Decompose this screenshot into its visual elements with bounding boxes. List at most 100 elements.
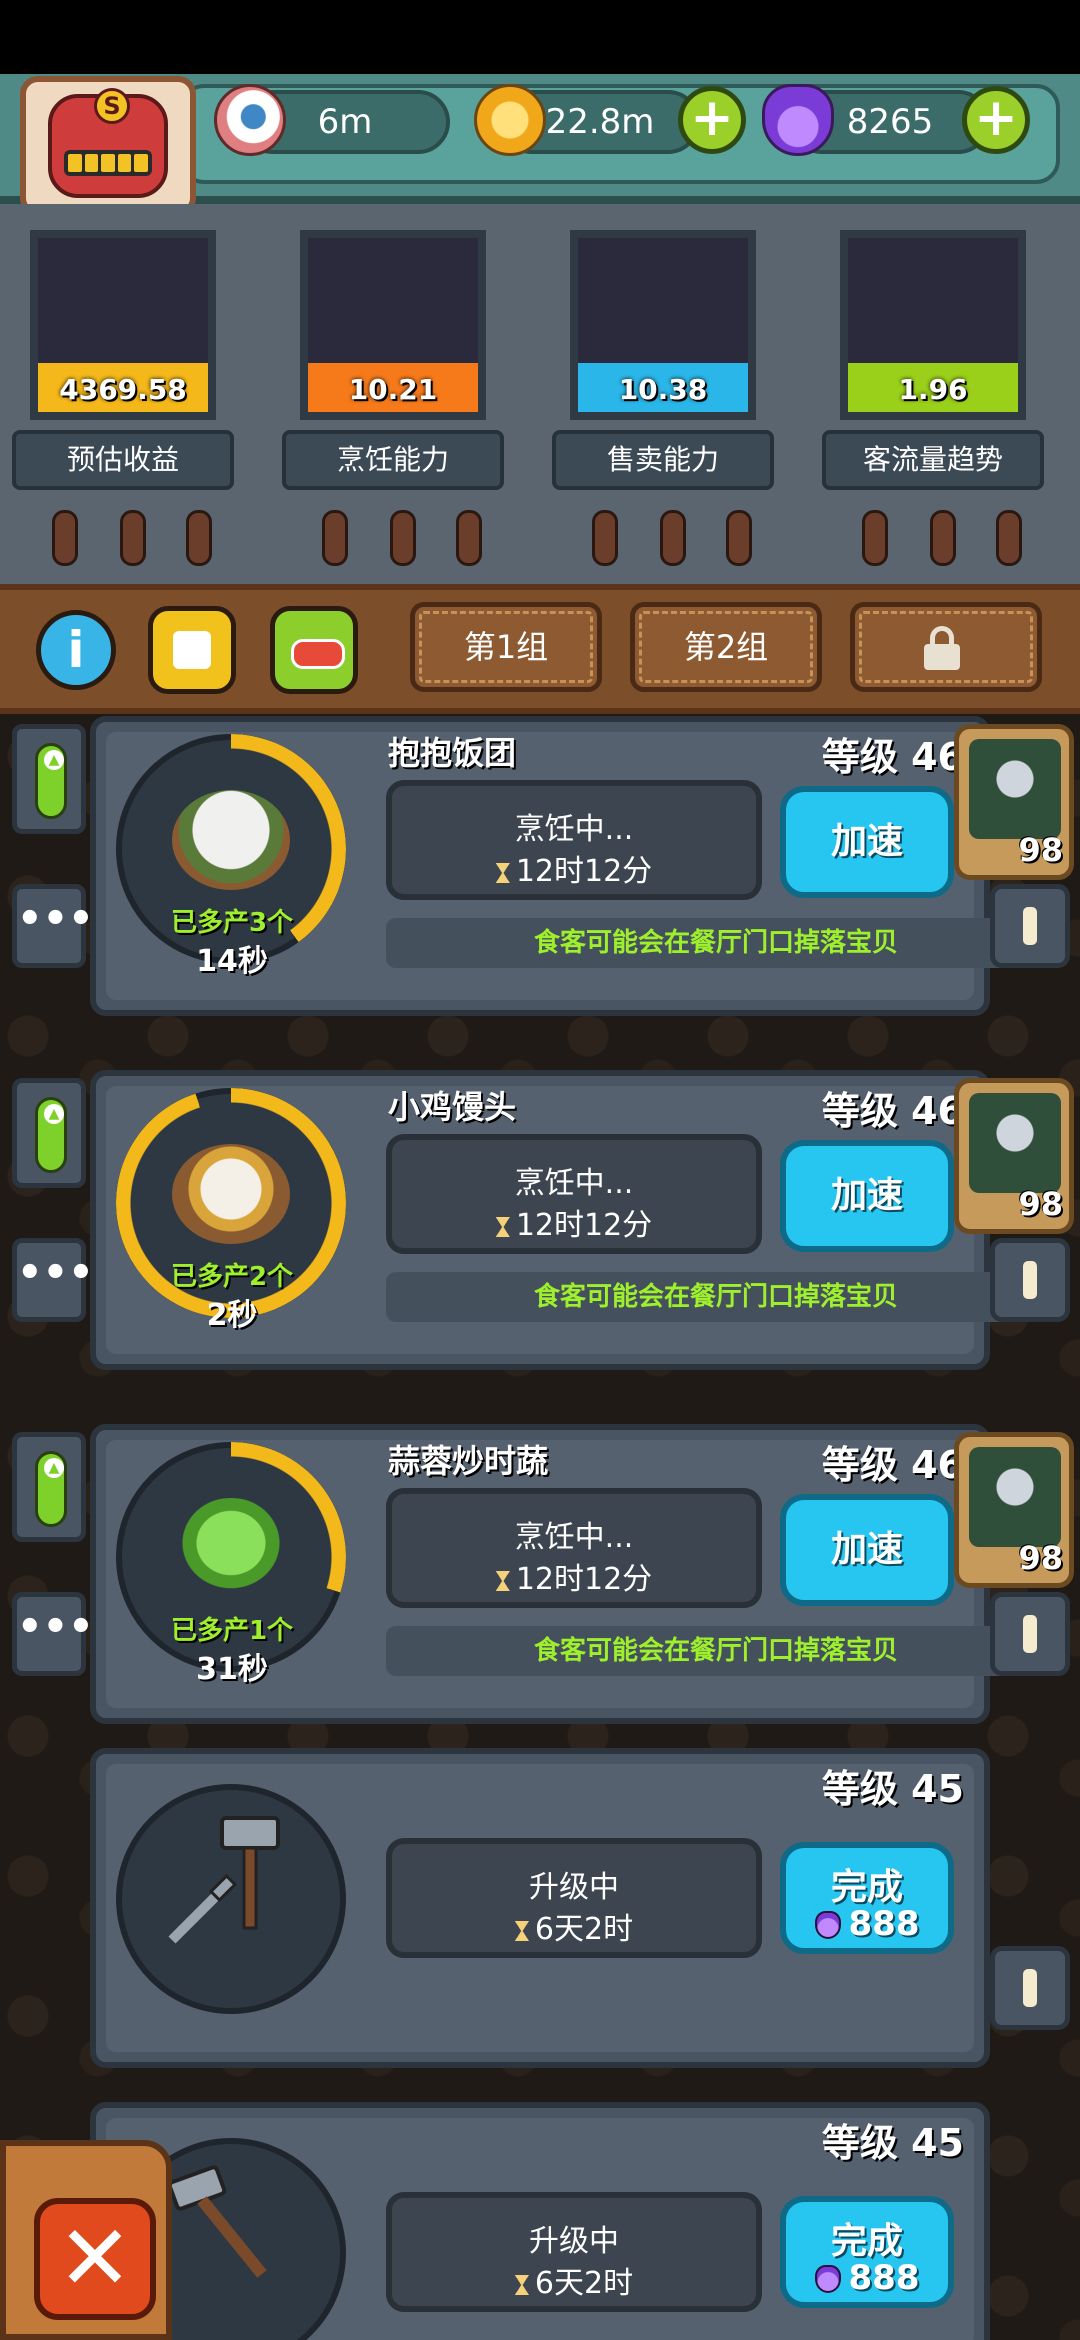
status-time: 12时12分 xyxy=(392,1200,756,1244)
tab-group-1[interactable]: 第1组 xyxy=(410,602,602,692)
item-level: 等级 46 xyxy=(821,735,964,779)
speed-up-button[interactable]: 加速 xyxy=(780,1140,954,1252)
item-info-button[interactable] xyxy=(990,1238,1070,1322)
item-level: 等级 46 xyxy=(821,1443,964,1487)
decorative-roots xyxy=(0,510,1080,580)
potion-icon xyxy=(762,84,834,156)
stat-cooking[interactable]: 10.21 烹饪能力 xyxy=(282,230,504,500)
stat-gauge: 10.21 xyxy=(300,230,486,420)
add-coins-button[interactable]: + xyxy=(678,86,746,154)
item-progress-dial[interactable]: 已多产3个 14秒 xyxy=(116,734,346,979)
close-panel: ✕ xyxy=(0,2140,172,2340)
item-level: 等级 45 xyxy=(821,1767,964,1811)
coin-icon xyxy=(474,84,546,156)
finish-upgrade-button[interactable]: 完成 888 xyxy=(780,2196,954,2308)
upgrade-toggle[interactable]: ▲ xyxy=(12,1432,86,1542)
add-potions-button[interactable]: + xyxy=(962,86,1030,154)
kitchen-card-2: 已多产2个 2秒 小鸡馒头 等级 46 烹饪中... 12时12分 加速 食客可… xyxy=(90,1070,1046,1370)
item-progress-dial[interactable]: 已多产2个 2秒 xyxy=(116,1088,346,1333)
chick-bun-image xyxy=(172,1144,290,1244)
item-info-button[interactable] xyxy=(990,884,1070,968)
close-icon: ✕ xyxy=(57,2206,133,2311)
potion-icon xyxy=(814,1911,841,1939)
status-time: 12时12分 xyxy=(392,1554,756,1598)
hammer-nail-icon xyxy=(168,1816,280,1944)
hourglass-icon xyxy=(495,1571,510,1591)
player-avatar[interactable]: S xyxy=(20,76,196,216)
tab-group-2[interactable]: 第2组 xyxy=(630,602,822,692)
status-text: 烹饪中... xyxy=(514,812,634,847)
stat-gauge: 10.38 xyxy=(570,230,756,420)
speed-up-button[interactable]: 加速 xyxy=(780,786,954,898)
cycle-timer: 14秒 xyxy=(196,944,268,979)
kitchen-card-4: 等级 45 升级中 6天2时 完成 888 xyxy=(90,1748,990,2068)
rice-ball-image xyxy=(172,790,290,890)
finish-upgrade-button[interactable]: 完成 888 xyxy=(780,1842,954,1954)
more-button[interactable]: ••• xyxy=(12,1592,94,1676)
item-level: 等级 46 xyxy=(821,1089,964,1133)
status-text: 升级中 xyxy=(529,1870,619,1905)
status-text: 烹饪中... xyxy=(514,1520,634,1555)
stat-value: 1.96 xyxy=(898,373,968,406)
potion-icon xyxy=(814,2265,841,2293)
stat-label: 烹饪能力 xyxy=(282,430,504,490)
hourglass-icon xyxy=(495,1217,510,1237)
pet-count: 98 xyxy=(1018,831,1063,869)
hourglass-icon xyxy=(514,2275,529,2295)
pet-count: 98 xyxy=(1018,1185,1063,1223)
more-button[interactable]: ••• xyxy=(12,884,94,968)
extra-produced: 已多产2个 xyxy=(170,1262,294,1292)
status-time: 6天2时 xyxy=(392,1904,756,1948)
upgrade-toggle[interactable]: ▲ xyxy=(12,724,86,834)
pet-image xyxy=(969,1447,1061,1547)
kitchen-card-3: 已多产1个 31秒 蒜蓉炒时蔬 等级 46 烹饪中... 12时12分 加速 食… xyxy=(90,1424,1046,1724)
tip-bar: 食客可能会在餐厅门口掉落宝贝 xyxy=(386,918,1046,968)
status-time: 6天2时 xyxy=(392,2258,756,2302)
tip-bar: 食客可能会在餐厅门口掉落宝贝 xyxy=(386,1272,1046,1322)
kitchen-card-1: 已多产3个 14秒 抱抱饭团 等级 46 烹饪中... 12时12分 加速 食客… xyxy=(90,716,1046,1016)
hourglass-icon xyxy=(514,1921,529,1941)
item-info-button[interactable] xyxy=(990,1946,1070,2030)
stat-customer-trend[interactable]: 1.96 客流量趋势 xyxy=(822,230,1044,500)
garlic-greens-image xyxy=(172,1498,290,1598)
pet-image xyxy=(969,739,1061,839)
tip-bar: 食客可能会在餐厅门口掉落宝贝 xyxy=(386,1626,1046,1676)
lock-icon xyxy=(922,626,962,670)
item-name: 抱抱饭团 xyxy=(388,734,517,772)
shoe-button[interactable] xyxy=(270,606,358,694)
stat-estimated-income[interactable]: 4369.58 预估收益 xyxy=(12,230,234,500)
status-box: 烹饪中... 12时12分 xyxy=(386,1134,762,1254)
stat-value: 10.38 xyxy=(618,373,708,406)
stat-value: 10.21 xyxy=(348,373,438,406)
avatar-face: S xyxy=(48,88,168,198)
outfit-button[interactable] xyxy=(148,606,236,694)
extra-produced: 已多产3个 xyxy=(170,908,294,938)
upgrade-dial[interactable] xyxy=(116,1784,346,2014)
pet-badge[interactable]: 98 xyxy=(954,724,1074,880)
upgrade-toggle[interactable]: ▲ xyxy=(12,1078,86,1188)
cycle-timer: 31秒 xyxy=(196,1652,268,1687)
status-time: 12时12分 xyxy=(392,846,756,890)
stat-gauge: 1.96 xyxy=(840,230,1026,420)
status-box: 升级中 6天2时 xyxy=(386,2192,762,2312)
stat-label: 售卖能力 xyxy=(552,430,774,490)
pet-badge[interactable]: 98 xyxy=(954,1078,1074,1234)
info-button[interactable] xyxy=(36,610,116,690)
more-button[interactable]: ••• xyxy=(12,1238,94,1322)
item-level: 等级 45 xyxy=(821,2121,964,2165)
item-name: 蒜蓉炒时蔬 xyxy=(388,1442,549,1480)
close-button[interactable]: ✕ xyxy=(34,2198,156,2320)
status-text: 升级中 xyxy=(529,2224,619,2259)
pet-badge[interactable]: 98 xyxy=(954,1432,1074,1588)
hammer-icon xyxy=(167,2165,267,2278)
extra-produced: 已多产1个 xyxy=(170,1616,294,1646)
item-name: 小鸡馒头 xyxy=(388,1088,517,1126)
kitchen-card-5: 等级 45 升级中 6天2时 完成 888 xyxy=(90,2102,990,2340)
item-info-button[interactable] xyxy=(990,1592,1070,1676)
status-bar xyxy=(0,0,1080,74)
stat-selling[interactable]: 10.38 售卖能力 xyxy=(552,230,774,500)
status-box: 烹饪中... 12时12分 xyxy=(386,780,762,900)
avatar-rank-badge: S xyxy=(94,88,130,124)
speed-up-button[interactable]: 加速 xyxy=(780,1494,954,1606)
item-progress-dial[interactable]: 已多产1个 31秒 xyxy=(116,1442,346,1687)
